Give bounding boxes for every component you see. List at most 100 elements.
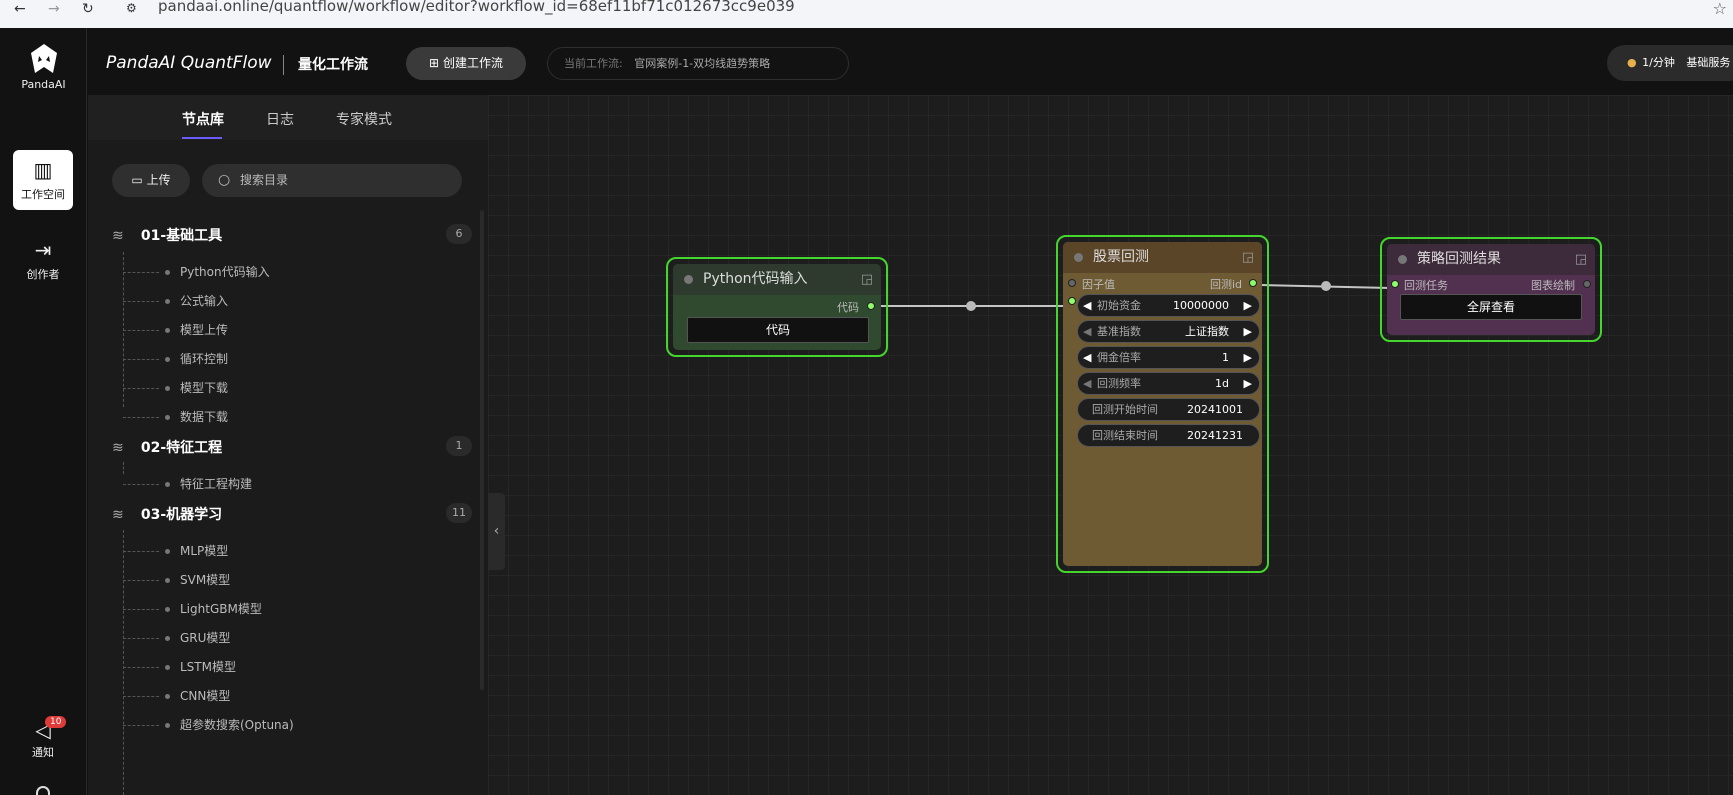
list-item[interactable]: 特征工程构建 bbox=[123, 475, 443, 493]
category-count: 6 bbox=[446, 224, 472, 244]
widget-start-date[interactable]: 回测开始时间 20241001 bbox=[1077, 398, 1260, 421]
category-machine-learning[interactable]: ≋ 03-机器学习 11 bbox=[112, 503, 472, 528]
decrement-arrow-icon[interactable]: ◀ bbox=[1083, 321, 1091, 342]
fullscreen-view-button[interactable]: 全屏查看 bbox=[1400, 294, 1582, 320]
decrement-arrow-icon[interactable]: ◀ bbox=[1083, 373, 1091, 394]
widget-commission[interactable]: ◀ 佣金倍率 1 ▶ bbox=[1077, 346, 1260, 369]
list-item[interactable]: 超参数搜索(Optuna) bbox=[123, 716, 443, 734]
python-code-button[interactable]: 代码 bbox=[687, 317, 869, 343]
layers-icon: ≋ bbox=[112, 228, 124, 244]
rate-limit-pill[interactable]: ● 1/分钟 基础服务 bbox=[1607, 45, 1733, 81]
forward-icon[interactable]: → bbox=[48, 1, 60, 17]
tree-line bbox=[123, 462, 124, 474]
node-python-input[interactable]: Python代码输入 ◲ 代码 代码 bbox=[666, 257, 888, 357]
list-item[interactable]: 公式输入 bbox=[123, 292, 443, 310]
increment-arrow-icon[interactable]: ▶ bbox=[1244, 373, 1252, 394]
edit-icon[interactable]: ◲ bbox=[1242, 242, 1254, 273]
python-output-label: 代码 bbox=[837, 301, 859, 314]
site-info-icon[interactable]: ⚙ bbox=[126, 1, 137, 15]
python-output-port[interactable] bbox=[867, 302, 875, 310]
increment-arrow-icon[interactable]: ▶ bbox=[1244, 295, 1252, 316]
node-backtest-body: 股票回测 ◲ 因子值 回测id ◀ 初始资金 10000000 ▶ ◀ 基准指数 bbox=[1063, 242, 1262, 566]
list-item[interactable]: 数据下载 bbox=[123, 408, 443, 426]
category-basic-tools[interactable]: ≋ 01-基础工具 6 bbox=[112, 224, 472, 249]
brand-title: PandaAI QuantFlow bbox=[106, 53, 272, 73]
list-item[interactable]: MLP模型 bbox=[123, 542, 443, 560]
search-icon: ○ bbox=[218, 172, 231, 188]
list-item[interactable]: 模型下载 bbox=[123, 379, 443, 397]
rail-notify-button[interactable]: ◁ 10 通知 bbox=[13, 716, 73, 766]
widget-end-date[interactable]: 回测结束时间 20241231 bbox=[1077, 424, 1260, 447]
search-input[interactable]: ○ 搜索目录 bbox=[202, 164, 462, 197]
list-item[interactable]: Python代码输入 bbox=[123, 263, 443, 281]
category-count: 11 bbox=[446, 503, 472, 523]
coin-icon: ● bbox=[1627, 56, 1637, 69]
widget-initial-capital[interactable]: ◀ 初始资金 10000000 ▶ bbox=[1077, 294, 1260, 317]
tab-logs[interactable]: 日志 bbox=[266, 109, 294, 129]
backtest-input-label: 因子值 bbox=[1082, 278, 1115, 291]
tab-node-library[interactable]: 节点库 bbox=[182, 109, 224, 129]
widget-key: 佣金倍率 bbox=[1097, 351, 1141, 364]
backtest-input-port-factor[interactable] bbox=[1068, 279, 1076, 287]
back-icon[interactable]: ← bbox=[14, 1, 26, 17]
list-item[interactable]: GRU模型 bbox=[123, 629, 443, 647]
node-python-title-text: Python代码输入 bbox=[703, 271, 808, 287]
header-divider bbox=[283, 55, 284, 75]
backtest-input-port-code[interactable] bbox=[1068, 297, 1076, 305]
upload-button[interactable]: ▭ 上传 bbox=[112, 164, 190, 197]
icon-rail: PandaAI ▥ 工作空间 ⇥ 创作者 ◁ 10 通知 bbox=[0, 28, 87, 795]
workflow-canvas[interactable]: Python代码输入 ◲ 代码 代码 股票回测 ◲ 因子值 回测id ◀ 初始资… bbox=[488, 95, 1733, 795]
list-item[interactable]: CNN模型 bbox=[123, 687, 443, 705]
top-header: PandaAI QuantFlow 量化工作流 ⊞ 创建工作流 当前工作流: 官… bbox=[88, 28, 1733, 95]
widget-value: 1 bbox=[1222, 351, 1229, 364]
rail-creator-button[interactable]: ⇥ 创作者 bbox=[13, 230, 73, 290]
list-item[interactable]: SVM模型 bbox=[123, 571, 443, 589]
rail-workspace-button[interactable]: ▥ 工作空间 bbox=[13, 150, 73, 210]
decrement-arrow-icon[interactable]: ◀ bbox=[1083, 295, 1091, 316]
reload-icon[interactable]: ↻ bbox=[82, 1, 94, 17]
bookmark-star-icon[interactable]: ☆ bbox=[1713, 0, 1727, 18]
edit-icon[interactable]: ◲ bbox=[1575, 244, 1587, 275]
list-item[interactable]: 循环控制 bbox=[123, 350, 443, 368]
tab-expert-mode[interactable]: 专家模式 bbox=[336, 109, 392, 129]
node-stock-backtest[interactable]: 股票回测 ◲ 因子值 回测id ◀ 初始资金 10000000 ▶ ◀ 基准指数 bbox=[1056, 235, 1269, 573]
result-output-port[interactable] bbox=[1583, 280, 1591, 288]
node-backtest-title-text: 股票回测 bbox=[1093, 249, 1149, 265]
url-text[interactable]: pandaai.online/quantflow/workflow/editor… bbox=[158, 0, 795, 15]
list-item[interactable]: 模型上传 bbox=[123, 321, 443, 339]
panel-tabs: 节点库 日志 专家模式 bbox=[88, 95, 488, 140]
node-backtest-result[interactable]: 策略回测结果 ◲ 回测任务 图表绘制 全屏查看 bbox=[1380, 237, 1602, 342]
search-placeholder: 搜索目录 bbox=[240, 173, 289, 187]
rail-creator-label: 创作者 bbox=[26, 268, 60, 281]
result-input-port[interactable] bbox=[1391, 280, 1399, 288]
widget-value: 上证指数 bbox=[1185, 325, 1229, 338]
category-name: 01-基础工具 bbox=[140, 228, 223, 244]
rail-notify-label: 通知 bbox=[32, 746, 54, 759]
status-dot bbox=[1074, 253, 1083, 262]
edit-icon[interactable]: ◲ bbox=[861, 264, 873, 295]
panel-scrollbar[interactable] bbox=[480, 210, 484, 690]
backtest-output-label: 回测id bbox=[1209, 278, 1242, 291]
increment-arrow-icon[interactable]: ▶ bbox=[1244, 321, 1252, 342]
collapse-panel-button[interactable]: ‹ bbox=[488, 493, 505, 570]
decrement-arrow-icon[interactable]: ◀ bbox=[1083, 347, 1091, 368]
backtest-output-port[interactable] bbox=[1249, 279, 1257, 287]
increment-arrow-icon[interactable]: ▶ bbox=[1244, 347, 1252, 368]
status-dot bbox=[1398, 255, 1407, 264]
category-feature-engineering[interactable]: ≋ 02-特征工程 1 bbox=[112, 436, 472, 461]
list-item[interactable]: LightGBM模型 bbox=[123, 600, 443, 618]
create-workflow-button[interactable]: ⊞ 创建工作流 bbox=[406, 47, 526, 80]
current-workflow-field[interactable]: 当前工作流: 官网案例-1-双均线趋势策略 bbox=[547, 47, 849, 80]
widget-frequency[interactable]: ◀ 回测频率 1d ▶ bbox=[1077, 372, 1260, 395]
widget-key: 回测结束时间 bbox=[1092, 429, 1158, 442]
database-icon[interactable] bbox=[36, 786, 50, 795]
category-name: 03-机器学习 bbox=[140, 507, 223, 523]
current-workflow-value: 官网案例-1-双均线趋势策略 bbox=[634, 57, 771, 70]
list-item[interactable]: LSTM模型 bbox=[123, 658, 443, 676]
layout-icon: ▥ bbox=[33, 158, 53, 182]
header-subtitle: 量化工作流 bbox=[298, 57, 368, 73]
create-workflow-label: 创建工作流 bbox=[442, 56, 503, 70]
widget-benchmark[interactable]: ◀ 基准指数 上证指数 ▶ bbox=[1077, 320, 1260, 343]
widget-value: 10000000 bbox=[1173, 299, 1229, 312]
widget-value: 1d bbox=[1215, 377, 1229, 390]
